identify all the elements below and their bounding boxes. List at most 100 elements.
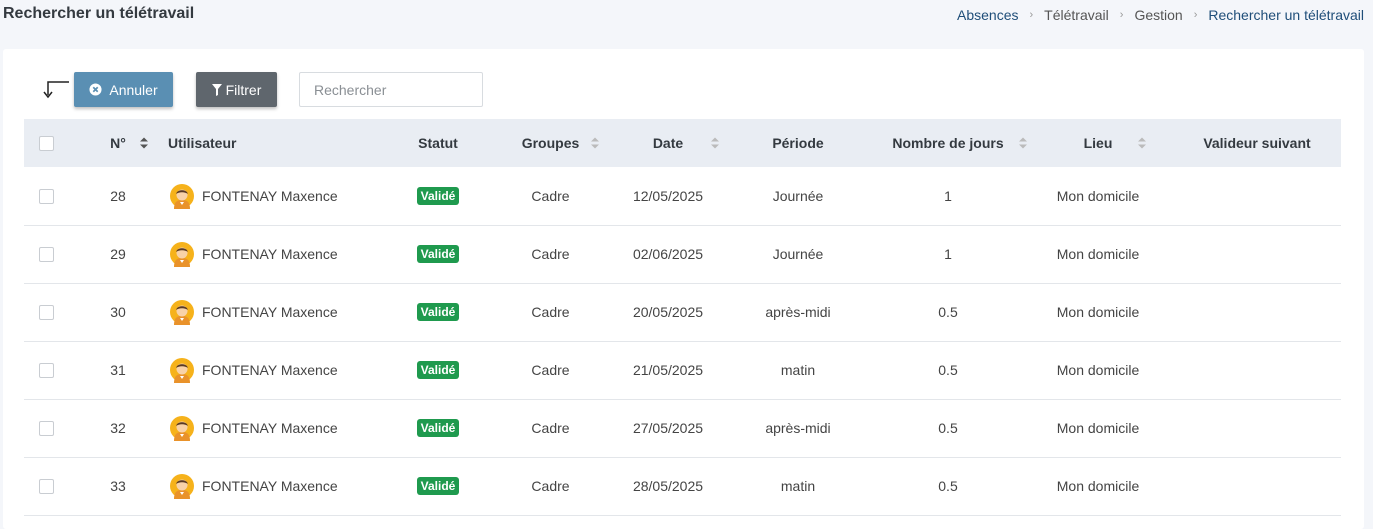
column-header-place[interactable]: Lieu: [1023, 119, 1173, 167]
status-badge: Validé: [416, 419, 460, 437]
user-avatar-icon: [170, 416, 194, 441]
breadcrumb: Absences › Télétravail › Gestion › Reche…: [957, 7, 1364, 23]
column-header-num[interactable]: N°: [68, 119, 168, 167]
row-num: 33: [110, 478, 126, 494]
row-place: Mon domicile: [1056, 187, 1140, 204]
content-card: Annuler Filtrer N° Ut: [3, 49, 1364, 529]
cancel-button-label: Annuler: [109, 81, 158, 98]
column-header-days[interactable]: Nombre de jours: [873, 119, 1027, 167]
row-user-cell: FONTENAY Maxence: [168, 225, 388, 283]
row-num: 31: [110, 362, 126, 378]
row-checkbox[interactable]: [38, 189, 54, 205]
toolbar: Annuler Filtrer: [3, 71, 1364, 107]
row-checkbox[interactable]: [38, 363, 54, 379]
user-avatar-icon: [170, 358, 194, 383]
row-checkbox[interactable]: [38, 305, 54, 321]
row-place: Mon domicile: [1056, 304, 1140, 320]
row-select-cell: [24, 399, 68, 457]
row-user-name: FONTENAY Maxence: [202, 478, 338, 494]
status-badge: Validé: [416, 186, 460, 205]
row-user-name: FONTENAY Maxence: [202, 187, 338, 204]
row-num: 28: [110, 187, 126, 204]
sort-both-icon[interactable]: [711, 137, 719, 149]
row-num: 30: [110, 304, 126, 320]
row-period: après-midi: [765, 420, 831, 436]
filter-button[interactable]: Filtrer: [196, 72, 277, 107]
row-user-cell: FONTENAY Maxence: [168, 167, 388, 225]
column-header-period: Période: [772, 135, 824, 151]
row-days: 1: [944, 187, 952, 204]
row-date: 20/05/2025: [632, 304, 704, 320]
row-select-cell: [24, 341, 68, 399]
teletravail-table: N° Utilisateur Statut Groupes Date Pério…: [24, 119, 1341, 516]
row-select-cell: [24, 225, 68, 283]
row-days: 1: [944, 246, 952, 262]
chevron-right-icon: ›: [1119, 9, 1124, 21]
user-avatar-icon: [170, 300, 194, 325]
status-badge: Validé: [416, 361, 460, 379]
row-validator: [1173, 225, 1341, 283]
return-arrow-icon[interactable]: [39, 80, 69, 100]
row-user-name: FONTENAY Maxence: [202, 246, 338, 262]
search-input[interactable]: [299, 72, 483, 107]
row-status-cell: Validé: [388, 283, 488, 341]
table-body: 28 FONTENAY Maxence Validé Cadre 12/05/2…: [24, 167, 1341, 515]
breadcrumb-item-absences[interactable]: Absences: [957, 7, 1018, 23]
row-period: après-midi: [765, 304, 831, 320]
column-header-date[interactable]: Date: [613, 119, 723, 167]
row-checkbox[interactable]: [38, 479, 54, 495]
select-all-checkbox[interactable]: [38, 136, 54, 152]
user-avatar-icon: [170, 183, 194, 209]
status-badge: Validé: [416, 477, 460, 495]
row-status-cell: Validé: [388, 167, 488, 225]
column-header-validator: Valideur suivant: [1203, 135, 1311, 151]
row-days: 0.5: [938, 420, 958, 436]
table-row[interactable]: 31 FONTENAY Maxence Validé Cadre 21/05/2…: [24, 341, 1341, 399]
table-row[interactable]: 28 FONTENAY Maxence Validé Cadre 12/05/2…: [24, 167, 1341, 225]
row-period: matin: [780, 362, 816, 378]
top-bar: Rechercher un télétravail Absences › Tél…: [0, 0, 1373, 30]
table-row[interactable]: 30 FONTENAY Maxence Validé Cadre 20/05/2…: [24, 283, 1341, 341]
filter-button-label: Filtrer: [225, 81, 262, 98]
row-status-cell: Validé: [388, 399, 488, 457]
page-title: Rechercher un télétravail: [3, 5, 195, 22]
breadcrumb-item-gestion: Gestion: [1134, 7, 1183, 23]
row-date: 12/05/2025: [632, 187, 704, 204]
column-header-status: Statut: [418, 135, 458, 151]
row-group: Cadre: [531, 478, 570, 494]
close-circle-icon: [89, 83, 102, 96]
table-row[interactable]: 29 FONTENAY Maxence Validé Cadre 02/06/2…: [24, 225, 1341, 283]
row-group: Cadre: [531, 187, 570, 204]
row-select-cell: [24, 283, 68, 341]
row-date: 02/06/2025: [632, 246, 704, 262]
chevron-right-icon: ›: [1029, 9, 1034, 21]
row-date: 27/05/2025: [632, 420, 704, 436]
row-group: Cadre: [531, 420, 570, 436]
row-user-name: FONTENAY Maxence: [202, 420, 338, 436]
breadcrumb-item-current[interactable]: Rechercher un télétravail: [1208, 7, 1364, 23]
sort-both-icon[interactable]: [1138, 137, 1146, 149]
table-row[interactable]: 33 FONTENAY Maxence Validé Cadre 28/05/2…: [24, 457, 1341, 515]
row-place: Mon domicile: [1056, 478, 1140, 494]
row-user-cell: FONTENAY Maxence: [168, 283, 388, 341]
row-status-cell: Validé: [388, 341, 488, 399]
sort-both-icon[interactable]: [140, 137, 148, 149]
cancel-button[interactable]: Annuler: [74, 72, 173, 107]
row-select-cell: [24, 167, 68, 225]
row-validator: [1173, 167, 1341, 225]
row-checkbox[interactable]: [38, 421, 54, 437]
sort-both-icon[interactable]: [591, 137, 599, 149]
status-badge: Validé: [416, 245, 460, 263]
column-header-groups[interactable]: Groupes: [488, 119, 613, 167]
row-days: 0.5: [938, 304, 958, 320]
row-status-cell: Validé: [388, 457, 488, 515]
row-validator: [1173, 457, 1341, 515]
chevron-right-icon: ›: [1193, 9, 1198, 21]
row-user-name: FONTENAY Maxence: [202, 304, 338, 320]
row-group: Cadre: [531, 246, 570, 262]
row-group: Cadre: [531, 362, 570, 378]
row-checkbox[interactable]: [38, 247, 54, 263]
table-row[interactable]: 32 FONTENAY Maxence Validé Cadre 27/05/2…: [24, 399, 1341, 457]
row-place: Mon domicile: [1056, 420, 1140, 436]
table-header-row: N° Utilisateur Statut Groupes Date Pério…: [24, 119, 1341, 167]
